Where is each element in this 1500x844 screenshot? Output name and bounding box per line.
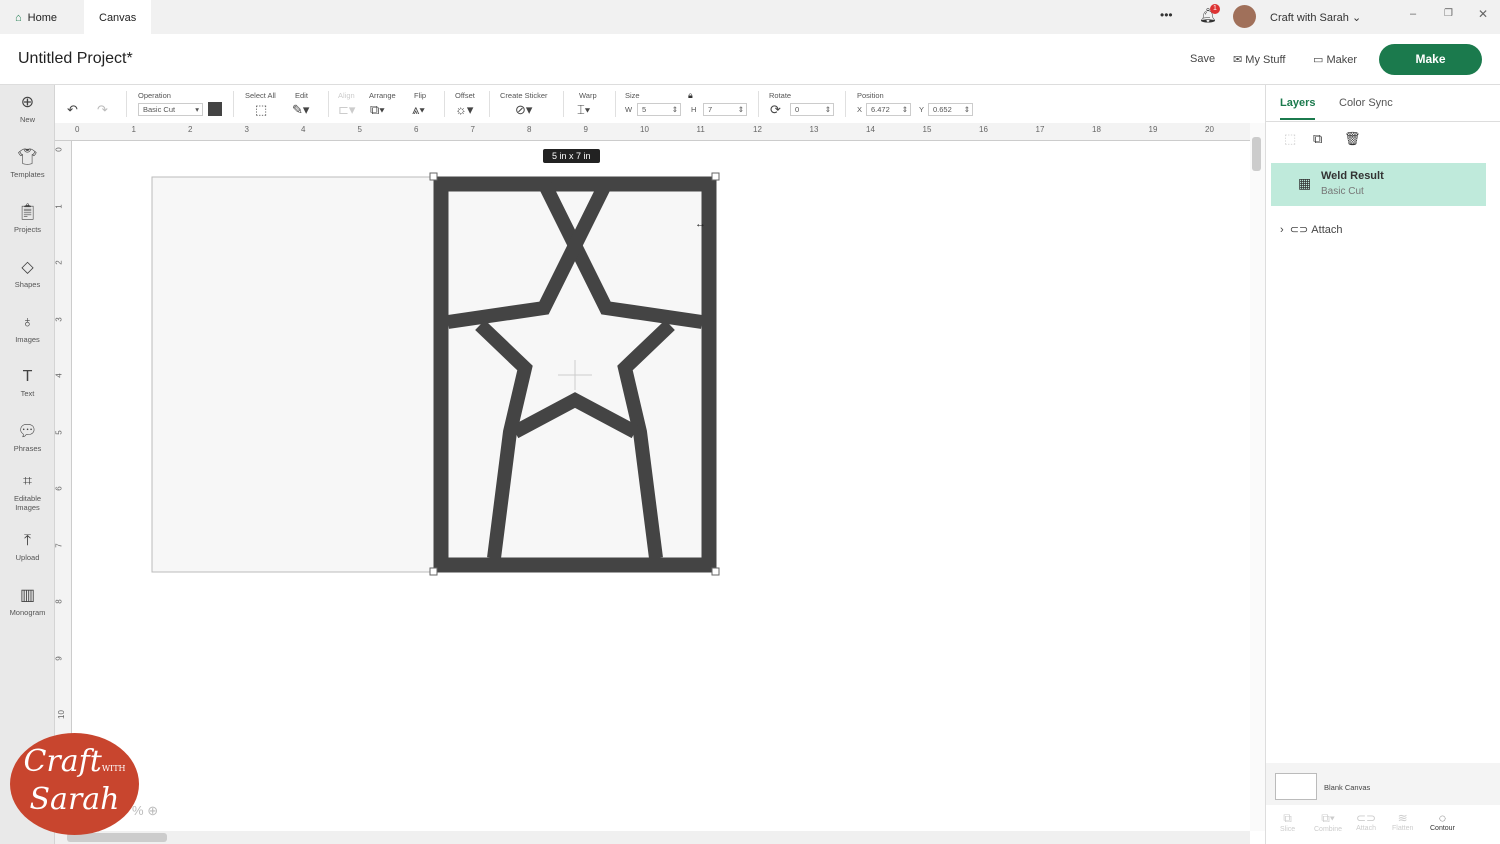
layers-panel: Layers Color Sync ⬚ ⧉ 🗑︎ ▦ Weld Result B… — [1265, 85, 1500, 844]
minimize-button[interactable]: – — [1410, 8, 1416, 20]
attach-button[interactable]: ⊂⊃ Attach — [1356, 811, 1376, 832]
flatten-label: Flatten — [1392, 825, 1414, 832]
attach-icon: ⊂⊃ — [1289, 224, 1309, 236]
user-name: Craft with Sarah — [1270, 12, 1349, 24]
layer-thumbnail-icon: ▦ — [1298, 175, 1312, 191]
trash-icon[interactable]: 🗑︎ — [1344, 131, 1361, 147]
attach-group[interactable]: › ⊂⊃ Attach — [1280, 223, 1342, 236]
logo-text: Sarah — [29, 782, 120, 817]
vertical-scrollbar[interactable] — [1250, 123, 1265, 831]
user-menu[interactable]: Craft with Sarah ⌄ — [1270, 11, 1361, 24]
horizontal-scrollbar[interactable] — [55, 831, 1250, 844]
chevron-right-icon: › — [1280, 224, 1284, 236]
attach-label: Attach — [1356, 825, 1376, 832]
size-tooltip: 5 in x 7 in — [543, 149, 600, 163]
layer-item-weld-result[interactable]: ▦ Weld Result Basic Cut — [1271, 163, 1486, 206]
slice-button[interactable]: ⧉ Slice — [1280, 811, 1295, 833]
scroll-thumb[interactable] — [1252, 137, 1261, 171]
combine-label: Combine — [1314, 826, 1343, 833]
restore-button[interactable]: ❐ — [1444, 8, 1453, 19]
contour-button[interactable]: ◌ Contour — [1430, 811, 1455, 832]
layer-operation: Basic Cut — [1321, 186, 1364, 197]
tab-layers[interactable]: Layers — [1280, 97, 1316, 120]
group-icon[interactable]: ⬚ — [1284, 131, 1296, 147]
logo-text: WITH — [101, 764, 126, 773]
divider — [1266, 121, 1500, 122]
machine-icon: ▭ — [1313, 54, 1324, 66]
slice-label: Slice — [1280, 826, 1296, 833]
blank-card-panel — [151, 176, 435, 573]
canvas-swatch[interactable] — [1275, 773, 1317, 800]
tab-color-sync[interactable]: Color Sync — [1339, 97, 1393, 109]
blank-canvas-row[interactable]: Blank Canvas — [1266, 763, 1500, 805]
make-button[interactable]: Make — [1379, 44, 1482, 75]
my-stuff-label: My Stuff — [1245, 54, 1286, 66]
combine-button[interactable]: ⧉▾ Combine — [1314, 811, 1342, 833]
contour-label: Contour — [1430, 825, 1455, 832]
maker-button[interactable]: ▭ Maker — [1313, 53, 1357, 66]
layer-name: Weld Result — [1321, 170, 1384, 182]
duplicate-icon[interactable]: ⧉ — [1313, 131, 1322, 147]
maker-label: Maker — [1326, 54, 1358, 66]
logo-text: Craft — [23, 744, 102, 779]
resize-cursor-icon: ↔ — [695, 218, 706, 230]
canvas-area: ↔ — [151, 172, 720, 576]
close-button[interactable]: ✕ — [1478, 7, 1488, 21]
blank-canvas-label: Blank Canvas — [1324, 783, 1371, 792]
chevron-down-icon: ⌄ — [1351, 12, 1362, 24]
bottom-actions: ⧉ Slice ⧉▾ Combine ⊂⊃ Attach ≋ Flatten ◌ Cont… — [1266, 807, 1500, 844]
zoom-in-icon[interactable]: ⊕ — [147, 803, 158, 818]
attach-label: Attach — [1311, 224, 1343, 236]
craft-with-sarah-logo: CraftWITH Sarah — [10, 733, 139, 835]
flatten-button[interactable]: ≋ Flatten — [1392, 811, 1413, 832]
